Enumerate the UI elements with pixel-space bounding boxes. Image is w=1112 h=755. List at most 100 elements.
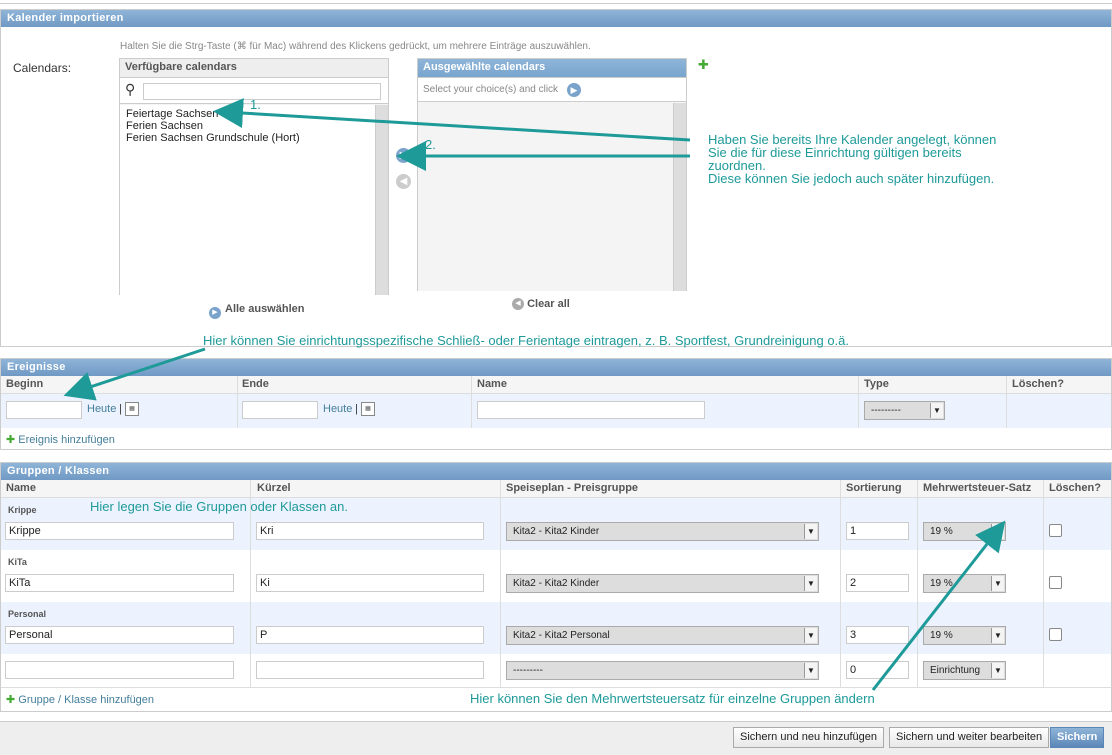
- annotation-step-1: 1.: [250, 97, 261, 112]
- available-calendars-box: Verfügbare calendars ⚲ Feiertage Sachsen…: [119, 58, 389, 295]
- select-all-label: Alle auswählen: [225, 303, 305, 315]
- add-group-link[interactable]: ✚ Gruppe / Klasse hinzufügen: [6, 693, 154, 706]
- save-add-button[interactable]: Sichern und neu hinzufügen: [733, 727, 884, 748]
- event-end-input[interactable]: [242, 401, 318, 419]
- groups-col-divider: [1043, 480, 1044, 687]
- plus-icon: ✚: [6, 694, 16, 706]
- groups-col-divider: [840, 480, 841, 687]
- calendar-icon[interactable]: ▦: [361, 402, 375, 416]
- events-module-title: Ereignisse: [1, 359, 1111, 376]
- group-code-input[interactable]: [256, 522, 484, 540]
- col-ende: Ende: [242, 378, 269, 390]
- tax-select[interactable]: 19 % ▼: [923, 522, 1006, 541]
- list-item[interactable]: Ferien Sachsen: [126, 120, 369, 132]
- tax-select[interactable]: Einrichtung ▼: [923, 661, 1006, 680]
- calendar-icon[interactable]: ▦: [125, 402, 139, 416]
- add-event-link[interactable]: ✚ Ereignis hinzufügen: [6, 433, 115, 446]
- available-list[interactable]: Feiertage Sachsen Ferien Sachsen Ferien …: [120, 105, 375, 295]
- chevron-down-icon: ▼: [804, 628, 817, 643]
- add-calendar-plus-icon[interactable]: ✚: [698, 57, 709, 73]
- calendars-label: Calendars:: [13, 61, 72, 75]
- chevron-down-icon: ▼: [991, 663, 1004, 678]
- sort-input[interactable]: [846, 574, 909, 592]
- sort-input[interactable]: [846, 522, 909, 540]
- chosen-hint-text: Select your choice(s) and click: [423, 84, 559, 95]
- chevron-down-icon: ▼: [991, 524, 1004, 539]
- end-today-link[interactable]: Heute: [323, 403, 352, 415]
- event-start-input[interactable]: [6, 401, 82, 419]
- list-item[interactable]: Ferien Sachsen Grundschule (Hort): [126, 132, 369, 144]
- group-row-label: KiTa: [8, 557, 27, 567]
- delete-checkbox[interactable]: [1049, 576, 1062, 589]
- search-icon: ⚲: [125, 81, 136, 97]
- start-today-link[interactable]: Heute: [87, 403, 116, 415]
- events-col-divider: [471, 376, 472, 428]
- group-name-input[interactable]: [5, 574, 234, 592]
- top-divider: [0, 0, 1112, 4]
- available-calendars-title: Verfügbare calendars: [120, 59, 388, 78]
- events-col-divider: [237, 376, 238, 428]
- annotation-events-note: Hier können Sie einrichtungsspezifische …: [203, 333, 850, 348]
- chevron-down-icon: ▼: [930, 403, 943, 418]
- events-col-divider: [1006, 376, 1007, 428]
- event-type-select[interactable]: --------- ▼: [864, 401, 945, 420]
- chosen-calendars-title: Ausgewählte calendars: [418, 59, 686, 78]
- sort-input[interactable]: [846, 661, 909, 679]
- chosen-scrollbar[interactable]: [673, 103, 686, 291]
- group-code-input[interactable]: [256, 574, 484, 592]
- annotation-tax-note: Hier können Sie den Mehrwertsteuersatz f…: [470, 691, 875, 706]
- chosen-hint-row: Select your choice(s) and click ▶: [418, 78, 686, 102]
- annotation-calendar-note: Haben Sie bereits Ihre Kalender angelegt…: [708, 132, 997, 186]
- remove-arrow-icon[interactable]: ◀: [396, 174, 411, 189]
- save-continue-button[interactable]: Sichern und weiter bearbeiten: [889, 727, 1050, 748]
- add-arrow-icon[interactable]: ▶: [396, 148, 411, 163]
- group-name-input[interactable]: [5, 626, 234, 644]
- col-name: Name: [477, 378, 507, 390]
- price-group-select[interactable]: Kita2 - Kita2 Kinder ▼: [506, 574, 819, 593]
- tax-select[interactable]: 19 % ▼: [923, 626, 1006, 645]
- tax-select[interactable]: 19 % ▼: [923, 574, 1006, 593]
- groups-module-title: Gruppen / Klassen: [1, 463, 1111, 480]
- separator: |: [119, 403, 122, 415]
- list-item[interactable]: Feiertage Sachsen: [126, 108, 369, 120]
- col-kuerzel: Kürzel: [257, 482, 291, 494]
- chosen-calendars-box: Ausgewählte calendars Select your choice…: [417, 58, 687, 291]
- chevron-down-icon: ▼: [991, 576, 1004, 591]
- calendar-filter-input[interactable]: [143, 83, 381, 100]
- col-sortierung: Sortierung: [846, 482, 902, 494]
- available-scrollbar[interactable]: [375, 105, 388, 295]
- separator: |: [355, 403, 358, 415]
- chevron-down-icon: ▼: [991, 628, 1004, 643]
- group-name-input[interactable]: [5, 522, 234, 540]
- col-loeschen: Löschen?: [1012, 378, 1064, 390]
- price-group-select[interactable]: Kita2 - Kita2 Kinder ▼: [506, 522, 819, 541]
- clear-all-label: Clear all: [527, 298, 570, 310]
- delete-checkbox[interactable]: [1049, 524, 1062, 537]
- event-name-input[interactable]: [477, 401, 705, 419]
- groups-col-divider: [917, 480, 918, 687]
- price-group-select[interactable]: Kita2 - Kita2 Personal ▼: [506, 626, 819, 645]
- events-header-row: [1, 376, 1111, 394]
- calendar-help-text: Halten Sie die Strg-Taste (⌘ für Mac) wä…: [120, 41, 591, 52]
- plus-icon: ✚: [6, 434, 16, 446]
- chosen-list[interactable]: [418, 103, 673, 291]
- group-name-input[interactable]: [5, 661, 234, 679]
- col-tax: Mehrwertsteuer-Satz: [923, 482, 1032, 494]
- arrow-right-icon: ▶: [567, 83, 581, 97]
- groups-col-divider: [500, 480, 501, 687]
- sort-input[interactable]: [846, 626, 909, 644]
- delete-checkbox[interactable]: [1049, 628, 1062, 641]
- group-code-input[interactable]: [256, 626, 484, 644]
- group-row-label: Krippe: [8, 505, 37, 515]
- col-group-loeschen: Löschen?: [1049, 482, 1101, 494]
- clear-all-link[interactable]: ◀ Clear all: [512, 298, 570, 311]
- price-group-select[interactable]: --------- ▼: [506, 661, 819, 680]
- save-button[interactable]: Sichern: [1050, 727, 1105, 748]
- group-row-label: Personal: [8, 609, 47, 619]
- select-all-icon: ▶: [209, 307, 221, 319]
- col-group-name: Name: [6, 482, 36, 494]
- chevron-down-icon: ▼: [804, 524, 817, 539]
- col-type: Type: [864, 378, 889, 390]
- chevron-down-icon: ▼: [804, 663, 817, 678]
- group-code-input[interactable]: [256, 661, 484, 679]
